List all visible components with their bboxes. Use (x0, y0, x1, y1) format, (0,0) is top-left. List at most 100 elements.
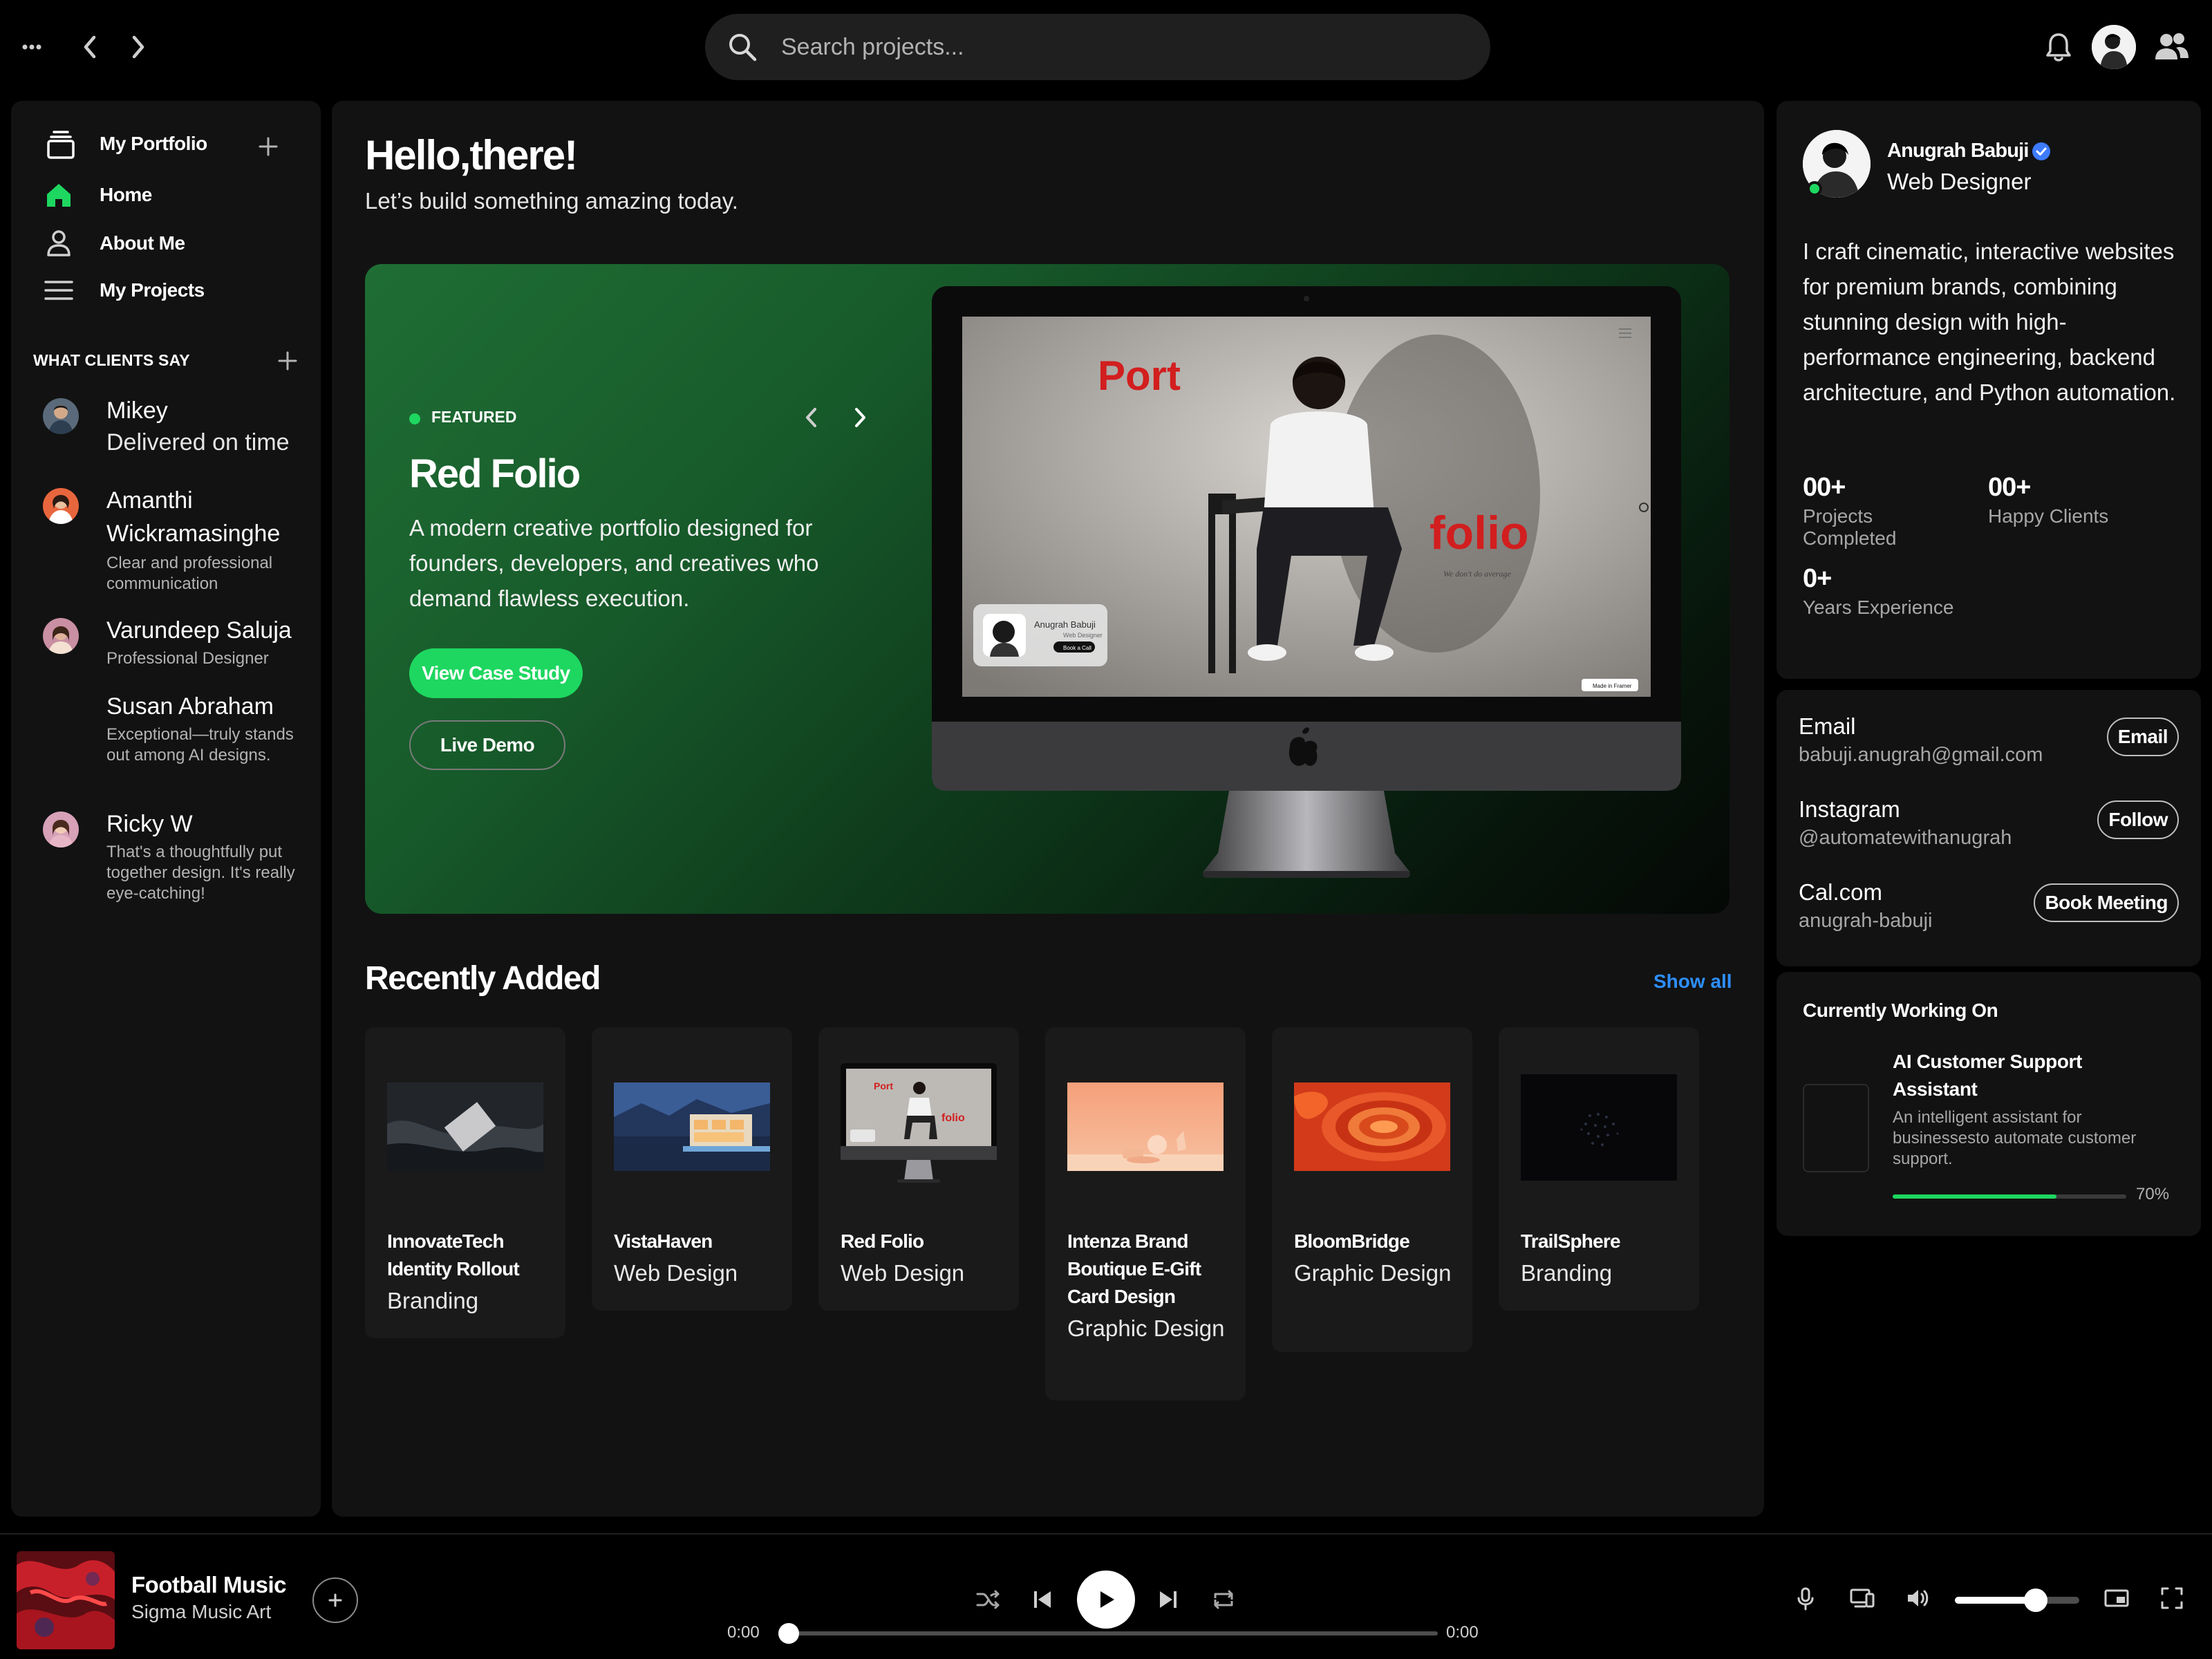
next-track-icon[interactable] (1153, 1584, 1183, 1615)
project-card[interactable]: BloomBridge Graphic Design (1272, 1027, 1472, 1352)
project-card[interactable]: Port folio Red Folio Web Design (818, 1027, 1019, 1311)
screen-card-name: Anugrah Babuji (1034, 619, 1096, 630)
client-avatar (43, 618, 79, 654)
project-card[interactable]: Intenza Brand Boutique E-Gift Card Desig… (1045, 1027, 1246, 1400)
screen-tagline: We don't do average (1443, 569, 1511, 579)
project-category: Branding (1521, 1260, 1613, 1286)
client-avatar (43, 488, 79, 524)
volume-slider-handle[interactable] (2024, 1588, 2047, 1612)
forward-arrow-icon[interactable] (124, 30, 152, 64)
sidebar-item-about[interactable]: About Me (43, 225, 306, 261)
view-case-study-button[interactable]: View Case Study (409, 648, 583, 698)
progress-bar-fill (1893, 1194, 2056, 1199)
contact-label: Instagram (1799, 796, 1900, 822)
portfolio-library-title[interactable]: My Portfolio (100, 133, 207, 155)
connect-device-icon[interactable] (1847, 1583, 1877, 1613)
carousel-prev-icon[interactable] (796, 402, 827, 433)
client-quote: That's a thoughtfully put together desig… (106, 843, 295, 903)
project-card[interactable]: TrailSphere Branding (1499, 1027, 1699, 1311)
total-time: 0:00 (1446, 1623, 1479, 1642)
stat-value: 00+ (1803, 473, 1846, 502)
profile-role: Web Designer (1887, 169, 2032, 194)
sidebar: My Portfolio Home About Me My Projects W… (11, 101, 321, 1517)
testimonials-section-title: WHAT CLIENTS SAY (33, 351, 190, 369)
repeat-icon[interactable] (1208, 1584, 1239, 1615)
featured-tag: FEATURED (431, 408, 517, 426)
email-button[interactable]: Email (2106, 718, 2179, 756)
project-category: Web Design (614, 1260, 738, 1286)
volume-icon[interactable] (1902, 1583, 1933, 1613)
show-all-link[interactable]: Show all (1653, 971, 1732, 993)
project-thumbnail: Port folio (838, 1063, 1000, 1192)
progress-percent: 70% (2136, 1185, 2170, 1203)
sidebar-item-home[interactable]: Home (43, 177, 306, 213)
portfolio-library-icon (46, 129, 76, 162)
back-arrow-icon[interactable] (76, 30, 104, 64)
mini-player-icon[interactable] (2101, 1583, 2132, 1613)
sidebar-item-label: About Me (100, 232, 185, 254)
contact-label: Email (1799, 713, 1856, 739)
stat-clients: 00+ Happy Clients (1988, 473, 2126, 527)
add-to-library-button[interactable] (312, 1577, 358, 1623)
more-options-icon[interactable] (19, 36, 44, 58)
search-input[interactable] (781, 26, 1459, 68)
friends-activity-icon[interactable] (2153, 29, 2191, 65)
contact-value[interactable]: babuji.anugrah@gmail.com (1799, 744, 2043, 767)
client-quote: Clear and professional communication (106, 554, 273, 593)
profile-name: Anugrah Babuji (1887, 140, 2029, 162)
project-card[interactable]: VistaHaven Web Design (592, 1027, 792, 1311)
stat-experience: 0+ Years Experience (1803, 564, 1955, 619)
project-card[interactable]: InnovateTech Identity Rollout Branding (365, 1027, 565, 1338)
client-avatar (43, 398, 79, 434)
track-artist[interactable]: Sigma Music Art (131, 1601, 271, 1623)
microphone-lyrics-icon[interactable] (1790, 1583, 1821, 1613)
follow-button[interactable]: Follow (2097, 800, 2179, 839)
volume-slider[interactable] (1955, 1597, 2079, 1604)
project-category: Branding (387, 1288, 479, 1313)
search-icon (726, 30, 759, 64)
contact-value[interactable]: @automatewithanugrah (1799, 827, 2012, 850)
home-icon (43, 179, 75, 211)
screen-headline-2: folio (941, 1112, 965, 1124)
album-art[interactable] (17, 1551, 115, 1649)
screen-card-role: Web Designer (1063, 632, 1103, 639)
live-demo-button[interactable]: Live Demo (409, 720, 565, 770)
project-thumbnail-placeholder (1803, 1084, 1869, 1172)
user-avatar[interactable] (2092, 25, 2136, 69)
client-quote: Delivered on time (106, 429, 290, 456)
sidebar-item-projects[interactable]: My Projects (43, 272, 306, 308)
project-title: Red Folio (841, 1230, 924, 1252)
notifications-bell-icon[interactable] (2041, 29, 2077, 65)
project-thumbnail (1067, 1082, 1224, 1171)
recently-added-title: Recently Added (365, 960, 601, 997)
client-name: Amanthi Wickramasinghe (106, 487, 281, 547)
playback-progress-handle[interactable] (778, 1623, 799, 1644)
user-icon (43, 227, 75, 259)
carousel-next-icon[interactable] (845, 402, 875, 433)
page-title: Hello,there! (365, 132, 578, 178)
project-thumbnail (614, 1082, 770, 1171)
previous-track-icon[interactable] (1027, 1584, 1058, 1615)
featured-title: Red Folio (409, 451, 581, 496)
client-name: Varundeep Saluja (106, 617, 292, 644)
plus-icon (328, 1593, 342, 1607)
contact-label: Cal.com (1799, 879, 1883, 905)
featured-banner: FEATURED Red Folio A modern creative por… (365, 264, 1730, 914)
play-button[interactable] (1077, 1571, 1135, 1629)
screen-card-button: Book a Call (1063, 645, 1091, 651)
currently-working-card: Currently Working On AI Customer Support… (1777, 972, 2201, 1236)
playback-progress-bar[interactable] (788, 1631, 1438, 1635)
project-category: Graphic Design (1294, 1260, 1452, 1286)
client-quote: Exceptional—truly stands out among AI de… (106, 725, 294, 765)
add-portfolio-plus-icon[interactable] (254, 133, 282, 160)
client-name: Susan Abraham (106, 693, 274, 720)
book-meeting-button[interactable]: Book Meeting (2034, 883, 2179, 922)
shuffle-icon[interactable] (973, 1584, 1004, 1615)
search-bar[interactable] (705, 14, 1490, 80)
track-title[interactable]: Football Music (131, 1572, 287, 1598)
project-title: VistaHaven (614, 1230, 713, 1252)
project-category: Graphic Design (1067, 1315, 1225, 1341)
add-testimonial-plus-icon[interactable] (274, 347, 301, 375)
contact-value[interactable]: anugrah-babuji (1799, 910, 1932, 932)
fullscreen-icon[interactable] (2157, 1583, 2187, 1613)
